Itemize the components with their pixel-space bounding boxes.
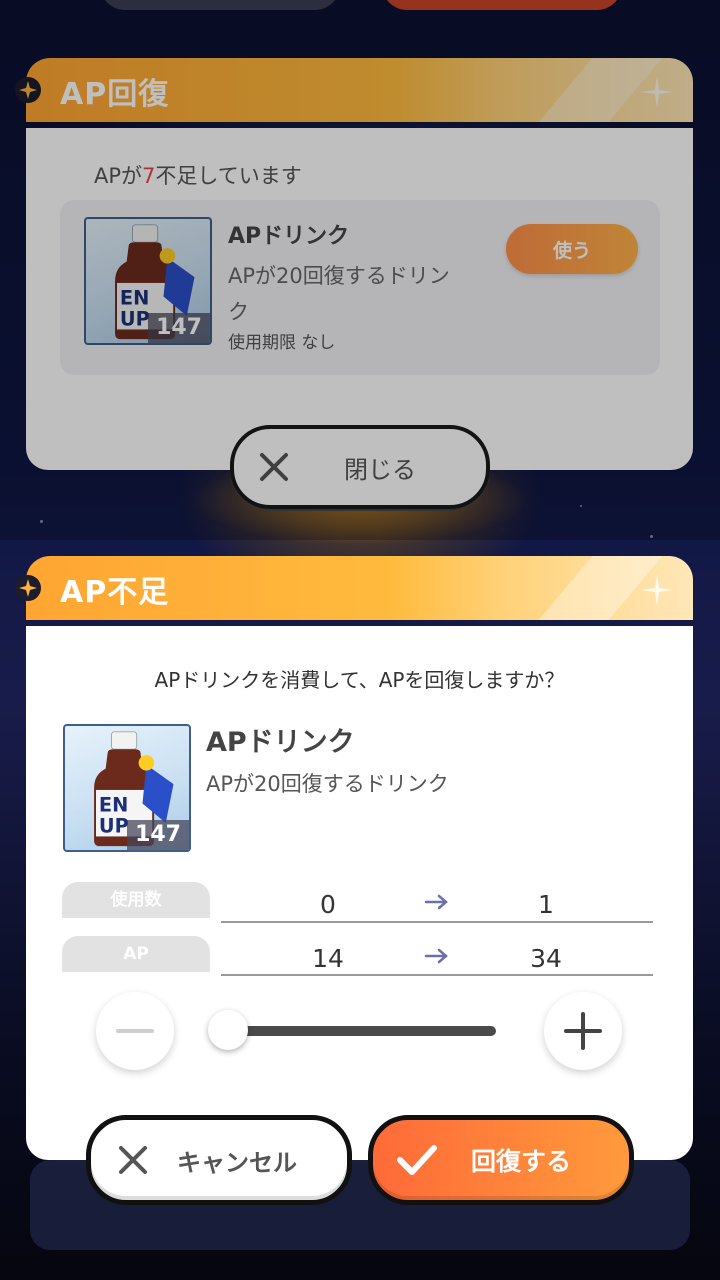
svg-text:EN: EN: [99, 793, 128, 816]
item-description-line2: ク: [228, 300, 249, 324]
row-divider: [221, 974, 653, 976]
use-count-from: 0: [320, 890, 336, 919]
dialog-title: AP回復: [60, 77, 170, 112]
ap-recovery-header: AP回復: [26, 58, 693, 122]
item-count: 147: [127, 820, 189, 850]
star-badge-icon: [15, 575, 41, 601]
ap-shortage-header: AP不足: [26, 556, 693, 620]
arrow-right-icon: [424, 948, 448, 964]
bg-star: [650, 535, 653, 538]
svg-text:EN: EN: [120, 286, 149, 309]
item-image: EN UP 147: [84, 217, 212, 345]
item-card: EN UP 147 APドリンク APが20回復するドリン ク 使用期限 なし …: [60, 200, 660, 375]
arrow-right-icon: [424, 894, 448, 910]
sparkle-icon: [641, 76, 673, 108]
item-expiry: 使用期限 なし: [228, 333, 336, 353]
confirm-question: APドリンクを消費して、APを回復しますか？: [154, 668, 565, 692]
use-button-label: 使う: [552, 239, 591, 262]
ap-shortage-body: APドリンクを消費して、APを回復しますか？ EN UP 147 APドリンク …: [26, 626, 693, 1160]
item-description: APが20回復するドリンク: [206, 772, 449, 796]
item-image: EN UP 147: [63, 724, 191, 852]
ap-recovery-dialog: AP回復 APが7不足しています EN UP 147 APドリンク APが20回…: [15, 58, 693, 470]
top-left-button-partial: [100, 0, 340, 10]
item-name: APドリンク: [228, 224, 350, 249]
cancel-button-label: キャンセル: [177, 1148, 297, 1177]
item-name: APドリンク: [206, 727, 355, 758]
item-count: 147: [148, 313, 210, 343]
ap-from: 14: [312, 944, 344, 973]
plus-icon: [564, 1012, 602, 1050]
bg-star: [40, 520, 43, 523]
check-icon: [397, 1145, 437, 1175]
recover-button-label: 回復する: [471, 1147, 572, 1176]
svg-text:UP: UP: [99, 815, 129, 838]
shortage-number: 7: [142, 164, 156, 188]
close-button[interactable]: 閉じる: [230, 425, 490, 509]
use-button[interactable]: 使う: [506, 224, 638, 274]
shortage-message: APが7不足しています: [94, 160, 302, 190]
svg-text:UP: UP: [120, 308, 150, 331]
star-badge-icon: [15, 77, 41, 103]
ap-shortage-dialog: AP不足 APドリンクを消費して、APを回復しますか？ EN UP 147 AP…: [15, 556, 693, 1160]
quantity-slider-handle[interactable]: [207, 1010, 248, 1050]
sparkle-icon: [641, 574, 673, 606]
dialog-title: AP不足: [60, 575, 170, 610]
use-count-to: 1: [538, 890, 554, 919]
recover-button[interactable]: 回復する: [368, 1115, 634, 1205]
decrease-button[interactable]: [96, 992, 174, 1070]
ap-to: 34: [530, 944, 562, 973]
minus-icon: [116, 1029, 154, 1033]
top-right-button-partial: [382, 0, 622, 10]
row-divider: [221, 921, 653, 923]
item-description-line1: APが20回復するドリン: [228, 264, 450, 288]
close-icon: [119, 1146, 147, 1174]
quantity-slider-track[interactable]: [226, 1026, 496, 1036]
cancel-button[interactable]: キャンセル: [86, 1115, 352, 1205]
ap-recovery-body: APが7不足しています EN UP 147 APドリンク APが20回復するドリ…: [26, 128, 693, 470]
ap-label: AP: [62, 936, 210, 972]
increase-button[interactable]: [544, 992, 622, 1070]
close-button-label: 閉じる: [344, 455, 416, 484]
close-icon: [260, 453, 288, 481]
bg-star: [580, 505, 582, 507]
shortage-prefix: APが: [94, 164, 143, 188]
shortage-suffix: 不足しています: [155, 164, 302, 188]
use-count-label: 使用数: [62, 882, 210, 918]
